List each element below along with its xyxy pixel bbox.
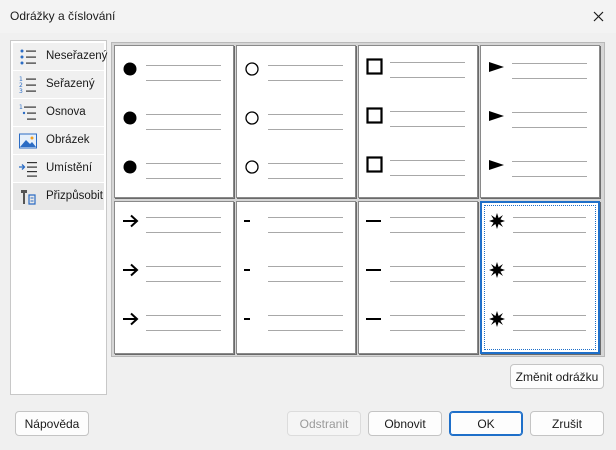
bullet-row <box>359 152 477 176</box>
bullet-row <box>359 54 477 78</box>
bullet-style-option[interactable] <box>358 201 478 354</box>
svg-text:1: 1 <box>19 104 23 111</box>
bullet-row <box>237 258 355 282</box>
bullet-row <box>359 209 477 233</box>
bullet-row <box>237 209 355 233</box>
sidebar-item-position[interactable]: Umístění <box>13 155 104 182</box>
sidebar-item-customize[interactable]: Přizpůsobit <box>13 183 104 210</box>
hollow-circle-bullet-icon <box>245 62 259 76</box>
hollow-square-bullet-icon <box>366 156 383 173</box>
filled-circle-bullet-icon <box>123 111 137 125</box>
dialog-titlebar: Odrážky a číslování <box>0 0 616 33</box>
cancel-button[interactable]: Zrušit <box>530 411 604 436</box>
bullet-style-option[interactable] <box>114 45 234 198</box>
sidebar-item-ordered[interactable]: 1 2 3 Seřazený <box>13 71 104 98</box>
right-arrow-bullet-icon <box>123 263 139 277</box>
star-burst-bullet-icon <box>489 262 505 278</box>
bullet-row <box>237 57 355 81</box>
star-burst-bullet-icon <box>489 311 505 327</box>
short-dash-bullet-icon <box>244 220 250 222</box>
sidebar-item-picture[interactable]: Obrázek <box>13 127 104 154</box>
sidebar-item-unordered[interactable]: Neseřazený <box>13 43 108 70</box>
filled-circle-bullet-icon <box>123 62 137 76</box>
right-arrow-bullet-icon <box>123 214 139 228</box>
long-dash-bullet-icon <box>366 318 381 320</box>
bullet-row <box>237 106 355 130</box>
reset-button[interactable]: Obnovit <box>368 411 442 436</box>
hollow-square-bullet-icon <box>366 58 383 75</box>
star-burst-bullet-icon <box>489 213 505 229</box>
bullet-row <box>115 57 233 81</box>
indent-position-icon <box>19 162 37 177</box>
sidebar-item-label: Seřazený <box>46 78 95 90</box>
short-dash-bullet-icon <box>244 269 250 271</box>
bullet-row <box>237 307 355 331</box>
right-triangle-bullet-icon <box>489 160 504 170</box>
long-dash-bullet-icon <box>366 269 381 271</box>
customize-icon <box>21 190 36 205</box>
bullet-row <box>237 155 355 179</box>
category-sidebar: Neseřazený 1 2 3 Seřazený 1 Osnova Obráz… <box>10 40 107 395</box>
dialog-title: Odrážky a číslování <box>10 9 116 23</box>
bullet-row <box>482 209 598 233</box>
right-triangle-bullet-icon <box>489 111 504 121</box>
filled-circle-bullet-icon <box>123 160 137 174</box>
bullet-row <box>115 209 233 233</box>
numbered-list-icon: 1 2 3 <box>19 76 36 95</box>
long-dash-bullet-icon <box>366 220 381 222</box>
outline-list-icon: 1 <box>19 104 36 120</box>
right-triangle-bullet-icon <box>489 62 504 72</box>
sidebar-item-label: Přizpůsobit <box>46 190 103 202</box>
svg-text:3: 3 <box>19 88 23 95</box>
bullet-row <box>115 258 233 282</box>
bullet-row <box>115 307 233 331</box>
bullet-row <box>481 153 599 177</box>
bullet-row <box>482 258 598 282</box>
bullet-row <box>481 55 599 79</box>
bullet-style-option[interactable] <box>114 201 234 354</box>
bullet-style-gallery <box>111 42 605 357</box>
bullet-style-option[interactable] <box>236 45 356 198</box>
bullet-style-option[interactable] <box>236 201 356 354</box>
picture-icon <box>19 133 37 149</box>
bullet-style-option[interactable] <box>480 45 600 198</box>
ok-button[interactable]: OK <box>449 411 523 436</box>
remove-button[interactable]: Odstranit <box>287 411 361 436</box>
bullet-row <box>481 104 599 128</box>
close-icon <box>593 11 603 22</box>
sidebar-item-label: Obrázek <box>46 134 90 146</box>
bullet-row <box>115 106 233 130</box>
hollow-circle-bullet-icon <box>245 111 259 125</box>
change-bullet-button[interactable]: Změnit odrážku <box>510 364 604 389</box>
right-arrow-bullet-icon <box>123 312 139 326</box>
sidebar-item-label: Neseřazený <box>46 50 108 62</box>
bullet-style-option[interactable] <box>358 45 478 198</box>
bullet-row <box>359 307 477 331</box>
bullet-row <box>482 307 598 331</box>
hollow-circle-bullet-icon <box>245 160 259 174</box>
close-button[interactable] <box>580 0 616 33</box>
sidebar-item-label: Umístění <box>46 162 93 174</box>
bullet-style-option-selected[interactable] <box>480 201 600 354</box>
bullet-row <box>115 155 233 179</box>
short-dash-bullet-icon <box>244 318 250 320</box>
sidebar-item-label: Osnova <box>46 106 86 118</box>
sidebar-item-outline[interactable]: 1 Osnova <box>13 99 104 126</box>
bullet-row <box>359 258 477 282</box>
bulleted-list-icon <box>20 49 36 65</box>
bullet-row <box>359 103 477 127</box>
hollow-square-bullet-icon <box>366 107 383 124</box>
help-button[interactable]: Nápověda <box>15 411 89 436</box>
